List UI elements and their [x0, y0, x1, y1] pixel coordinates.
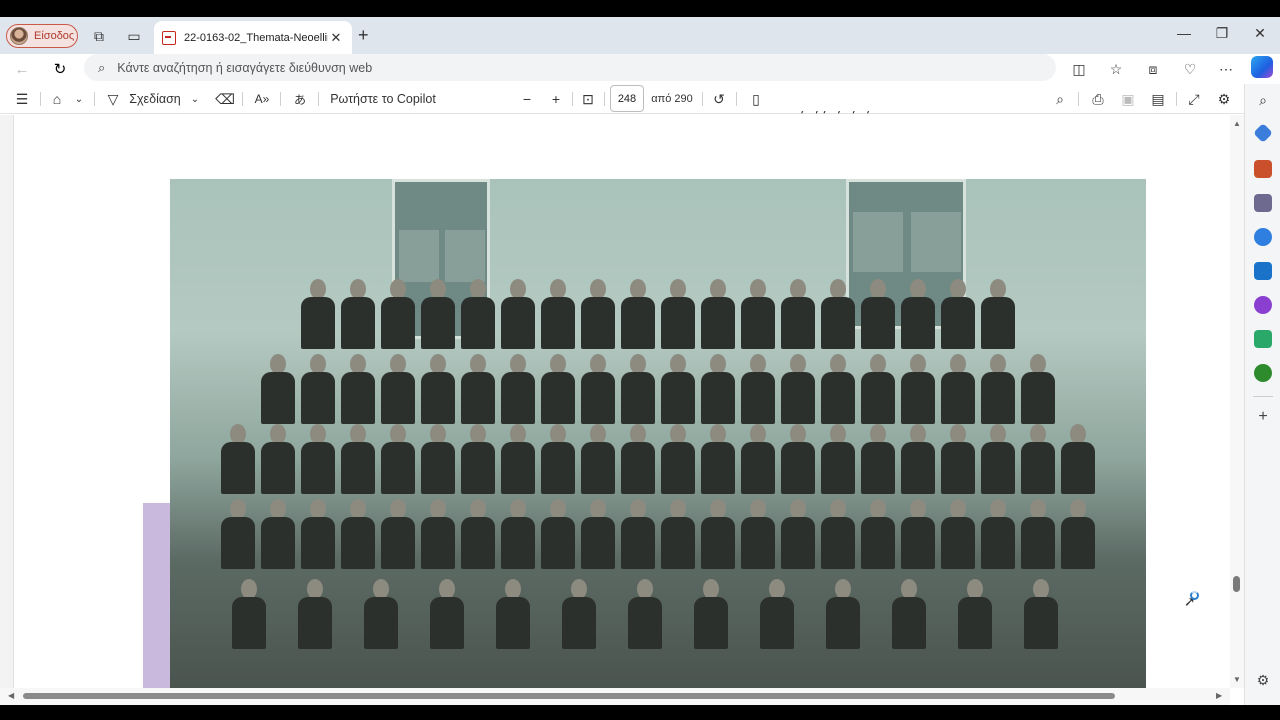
photo-row — [170, 579, 1146, 649]
page-view-icon[interactable]: ▯ — [746, 89, 766, 109]
left-gutter — [0, 115, 14, 688]
chevron-down-icon[interactable]: ⌄ — [72, 89, 86, 109]
tab-close-button[interactable]: ✕ — [328, 30, 344, 46]
purple-margin-band — [143, 503, 173, 688]
horizontal-scrollbar[interactable]: ◀ ▶ — [0, 688, 1230, 705]
highlight-icon[interactable]: ⌂ — [48, 89, 66, 109]
ask-copilot-button[interactable]: Ρωτήστε το Copilot — [330, 89, 436, 109]
edge-sidebar: ⌕ + ⚙ — [1244, 84, 1280, 705]
separator — [242, 92, 243, 106]
address-placeholder: Κάντε αναζήτηση ή εισαγάγετε διεύθυνση w… — [117, 60, 373, 75]
photo-row — [170, 424, 1146, 494]
sidebar-add-icon[interactable]: + — [1254, 408, 1272, 426]
separator — [1078, 92, 1079, 106]
search-icon: ⌕ — [98, 59, 106, 75]
more-options-icon[interactable]: ⋯ — [1215, 59, 1237, 79]
tab-actions-icon[interactable]: ▭ — [123, 25, 145, 47]
back-icon[interactable]: ← — [11, 58, 33, 80]
separator — [318, 92, 319, 106]
photo-row — [170, 354, 1146, 424]
fullscreen-icon[interactable]: ⤢ — [1184, 89, 1204, 109]
zoom-in-icon[interactable]: + — [547, 89, 565, 109]
split-screen-icon[interactable]: ◫ — [1068, 59, 1090, 79]
separator — [1253, 396, 1273, 397]
save-icon[interactable]: ▣ — [1118, 89, 1138, 109]
sidebar-shopping-icon[interactable] — [1253, 123, 1273, 143]
photo-row — [170, 279, 1146, 349]
translate-icon[interactable]: あ — [290, 89, 310, 109]
draw-label[interactable]: Σχεδίαση — [128, 89, 182, 109]
browser-window: Είσοδος ⧉ ▭ 22-0163-02_Themata-Neoellini… — [0, 17, 1280, 705]
pdf-icon — [162, 30, 176, 45]
erase-icon[interactable]: ⌫ — [215, 89, 235, 109]
sidebar-games-icon[interactable] — [1254, 194, 1272, 212]
vertical-scrollbar[interactable]: ▲ ▼ — [1230, 115, 1244, 688]
workspaces-icon[interactable]: ⧉ — [88, 25, 110, 47]
sidebar-drop-icon[interactable] — [1254, 330, 1272, 348]
photo-row — [170, 499, 1146, 569]
horizontal-scroll-thumb[interactable] — [23, 693, 1115, 699]
cut-off-text-line: ΄ ΄΄ ΄ ΄ ΄ — [800, 109, 874, 125]
minimize-button[interactable]: — — [1173, 25, 1195, 41]
tab-title: 22-0163-02_Themata-Neoellinik — [184, 31, 328, 44]
copilot-icon[interactable] — [1251, 56, 1273, 78]
contents-icon[interactable]: ☰ — [12, 89, 32, 109]
pdf-toolbar: ☰ ⌂ ⌄ ▽ Σχεδίαση ⌄ ⌫ A» あ Ρωτήστε το Cop… — [0, 84, 1244, 114]
separator — [280, 92, 281, 106]
sidebar-tree-icon[interactable] — [1254, 364, 1272, 382]
scroll-right-icon[interactable]: ▶ — [1216, 691, 1222, 700]
search-icon[interactable]: ⌕ — [1050, 89, 1070, 109]
avatar — [10, 27, 28, 45]
sidebar-tools-icon[interactable] — [1254, 160, 1272, 178]
sidebar-designer-icon[interactable] — [1254, 296, 1272, 314]
profile-label: Είσοδος — [34, 30, 75, 42]
separator — [94, 92, 95, 106]
profile-button[interactable]: Είσοδος — [6, 24, 78, 48]
save-as-icon[interactable]: ▤ — [1148, 89, 1168, 109]
separator — [40, 92, 41, 106]
scroll-up-icon[interactable]: ▲ — [1233, 119, 1241, 128]
separator — [572, 92, 573, 106]
address-row: ← ↻ ⌕ Κάντε αναζήτηση ή εισαγάγετε διεύθ… — [0, 54, 1273, 84]
pdf-document-area[interactable]: ΄ ΄΄ ΄ ΄ ΄ ➚ — [0, 109, 1230, 688]
sidebar-settings-icon[interactable]: ⚙ — [1254, 672, 1272, 690]
separator — [736, 92, 737, 106]
print-icon[interactable]: ⎙ — [1088, 89, 1108, 109]
rotate-icon[interactable]: ↺ — [710, 89, 728, 109]
restore-button[interactable]: ❐ — [1211, 25, 1233, 42]
close-window-button[interactable]: ✕ — [1249, 25, 1271, 42]
separator — [604, 92, 605, 106]
vertical-scroll-thumb[interactable] — [1233, 576, 1240, 592]
page-total: από 290 — [651, 93, 693, 105]
collections-icon[interactable]: ⧈ — [1142, 59, 1164, 79]
draw-icon[interactable]: ▽ — [104, 89, 122, 109]
sidebar-m365-icon[interactable] — [1254, 228, 1272, 246]
separator — [702, 92, 703, 106]
tab-strip: Είσοδος ⧉ ▭ 22-0163-02_Themata-Neoellini… — [0, 17, 1280, 54]
tab-pdf[interactable]: 22-0163-02_Themata-Neoellinik ✕ — [154, 21, 352, 54]
address-bar[interactable]: ⌕ Κάντε αναζήτηση ή εισαγάγετε διεύθυνση… — [84, 54, 1056, 81]
fit-page-icon[interactable]: ⊡ — [578, 89, 598, 109]
loading-spinner-icon — [1190, 591, 1199, 600]
historical-group-photo — [170, 179, 1146, 688]
sidebar-outlook-icon[interactable] — [1254, 262, 1272, 280]
refresh-icon[interactable]: ↻ — [49, 58, 71, 80]
favorites-icon[interactable]: ☆ — [1105, 59, 1127, 79]
scroll-down-icon[interactable]: ▼ — [1233, 675, 1241, 684]
zoom-out-icon[interactable]: − — [518, 89, 536, 109]
chevron-down-icon[interactable]: ⌄ — [188, 89, 202, 109]
scroll-left-icon[interactable]: ◀ — [8, 691, 14, 700]
browser-essentials-icon[interactable]: ♡ — [1179, 59, 1201, 79]
separator — [1176, 92, 1177, 106]
read-aloud-icon[interactable]: A» — [252, 89, 272, 109]
page-number-input[interactable]: 248 — [610, 85, 644, 112]
new-tab-button[interactable]: + — [358, 25, 369, 46]
settings-icon[interactable]: ⚙ — [1214, 89, 1234, 109]
sidebar-search-icon[interactable]: ⌕ — [1254, 92, 1272, 110]
